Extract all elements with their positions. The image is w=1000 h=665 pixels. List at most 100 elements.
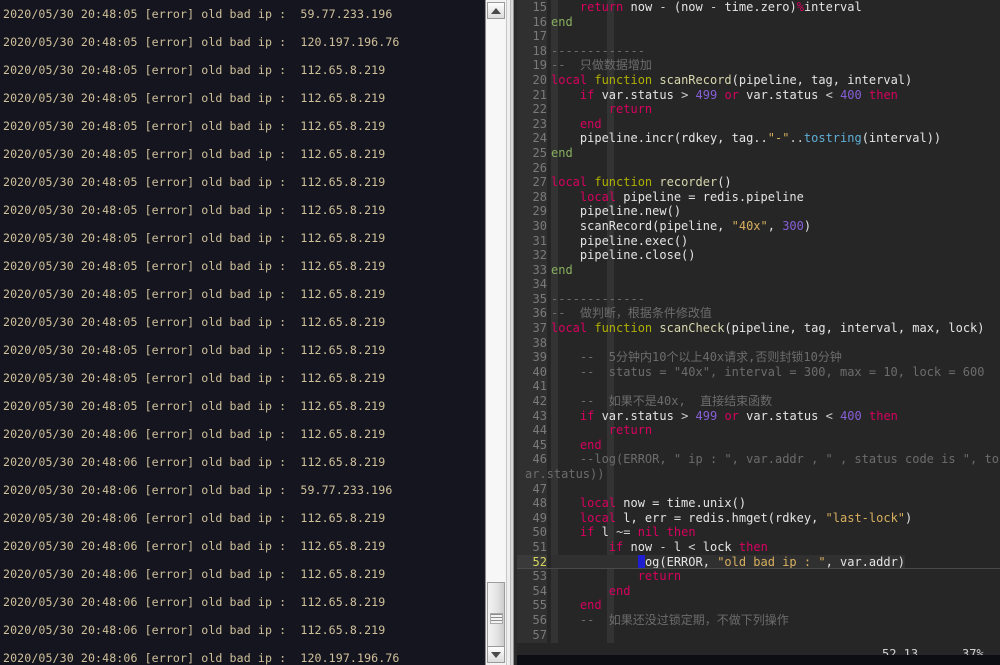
code-token: l <box>666 539 689 554</box>
code-line[interactable]: 29 pipeline.new() <box>517 204 1000 219</box>
terminal-log-pane[interactable]: 2020/05/30 20:48:05 [error] old bad ip :… <box>0 0 484 665</box>
code-line[interactable]: 44 return <box>517 423 1000 438</box>
code-line[interactable]: 26 <box>517 160 1000 176</box>
code-token: return <box>637 569 682 584</box>
code-line[interactable]: 57 <box>517 627 1000 643</box>
log-line: 2020/05/30 20:48:05 [error] old bad ip :… <box>3 399 386 413</box>
code-line[interactable]: 42 -- 如果不是40x, 直接结束函数 <box>517 394 1000 409</box>
code-line[interactable]: 33 end <box>517 262 1000 278</box>
code-line[interactable]: 15 return now - (now - time.zero)%interv… <box>517 0 1000 15</box>
code-line[interactable]: 53 return <box>517 569 1000 584</box>
text-cursor: l <box>637 554 645 569</box>
vim-editor-pane[interactable]: 15 return now - (now - time.zero)%interv… <box>517 0 1000 665</box>
scroll-down-button[interactable] <box>487 646 505 663</box>
code-text: if var.status > 499 or var.status < 400 … <box>551 88 898 103</box>
code-line-current[interactable]: 52 log(ERROR, "old bad ip : ", var.addr) <box>517 554 1000 570</box>
code-token: -- 只做数据增加 <box>551 58 652 73</box>
code-token: ar.status)) <box>525 467 605 481</box>
line-number: 32 <box>517 248 547 263</box>
log-line: 2020/05/30 20:48:06 [error] old bad ip :… <box>3 539 386 553</box>
code-line[interactable]: 48 local now = time.unix() <box>517 496 1000 511</box>
line-number: 21 <box>517 87 547 103</box>
code-token: end <box>608 583 631 598</box>
line-number: 26 <box>517 160 547 176</box>
line-number: 18 <box>517 43 547 59</box>
code-line[interactable]: 54 end <box>517 583 1000 599</box>
code-line[interactable]: 18 ------------- <box>517 43 1000 59</box>
code-token: pipeline.incr(rdkey, tag.. <box>551 131 768 146</box>
code-line[interactable]: 22 return <box>517 102 1000 117</box>
code-line[interactable]: 47 <box>517 481 1000 497</box>
code-line[interactable]: 16 end <box>517 14 1000 30</box>
code-token: end <box>579 598 602 613</box>
scrollbar-thumb[interactable] <box>487 582 505 654</box>
code-line[interactable]: 56 -- 如果还没过锁定期，不做下列操作 <box>517 612 1000 628</box>
code-line[interactable]: 45 end <box>517 437 1000 453</box>
code-line[interactable]: 43 if var.status > 499 or var.status < 4… <box>517 408 1000 424</box>
code-token: ~= <box>616 525 631 540</box>
code-line[interactable]: 32 pipeline.close() <box>517 248 1000 263</box>
code-line[interactable]: 34 <box>517 277 1000 292</box>
log-line: 2020/05/30 20:48:05 [error] old bad ip :… <box>3 259 386 273</box>
code-line[interactable]: 36 -- 做判断，根据条件修改值 <box>517 306 1000 322</box>
log-line: 2020/05/30 20:48:06 [error] old bad ip :… <box>3 567 386 581</box>
code-line[interactable]: 37 local function scanCheck(pipeline, tag… <box>517 321 1000 336</box>
log-line: 2020/05/30 20:48:05 [error] old bad ip :… <box>3 7 393 21</box>
code-line[interactable]: 25 end <box>517 145 1000 161</box>
code-line[interactable]: 20 local function scanRecord(pipeline, ta… <box>517 72 1000 88</box>
chevron-down-icon <box>491 651 501 658</box>
log-line: 2020/05/30 20:48:06 [error] old bad ip :… <box>3 483 393 497</box>
code-token: () <box>717 175 732 190</box>
code-token: , var.addr) <box>825 554 906 569</box>
code-line[interactable]: 38 <box>517 335 1000 351</box>
code-line[interactable]: 55 end <box>517 598 1000 613</box>
code-line[interactable]: 27 local function recorder() <box>517 175 1000 190</box>
code-line[interactable]: 30 scanRecord(pipeline, "40x", 300) <box>517 218 1000 234</box>
code-text: if now - l < lock then <box>551 540 768 555</box>
code-token: - <box>659 539 667 554</box>
code-token: og(ERROR, <box>644 554 718 569</box>
code-line[interactable]: 46 --log(ERROR, " ip : ", var.addr , " ,… <box>517 452 1000 467</box>
code-line[interactable]: 41 <box>517 379 1000 395</box>
scrollbar-track[interactable] <box>487 19 505 646</box>
code-line[interactable]: 17 <box>517 29 1000 44</box>
code-text: end <box>551 146 573 161</box>
code-token: function <box>594 321 653 336</box>
code-token: nil <box>637 525 660 540</box>
code-line[interactable]: 31 pipeline.exec() <box>517 233 1000 249</box>
code-line[interactable]: 35 ------------- <box>517 291 1000 307</box>
line-number: 49 <box>517 510 547 526</box>
code-line[interactable]: 24 pipeline.incr(rdkey, tag.."-"..tostri… <box>517 131 1000 146</box>
code-line[interactable]: ar.status)) <box>517 467 1000 482</box>
log-line: 2020/05/30 20:48:05 [error] old bad ip :… <box>3 119 386 133</box>
code-line[interactable]: 39 -- 5分钟内10个以上40x请求,否则封锁10分钟 <box>517 350 1000 365</box>
code-text: pipeline.incr(rdkey, tag.."-"..tostring(… <box>551 131 941 146</box>
code-token: then <box>869 87 898 102</box>
scroll-up-button[interactable] <box>487 2 505 19</box>
code-text: -- 做判断，根据条件修改值 <box>551 306 712 321</box>
code-text: end <box>551 15 573 30</box>
code-line[interactable]: 40 -- status = "40x", interval = 300, ma… <box>517 364 1000 380</box>
code-text: ------------- <box>551 44 645 59</box>
code-line[interactable]: 50 if l ~= nil then <box>517 525 1000 540</box>
code-line[interactable]: 23 end <box>517 116 1000 132</box>
code-token: "-" <box>767 131 790 146</box>
code-text: ar.status)) <box>525 467 604 482</box>
code-line[interactable]: 28 local pipeline = redis.pipeline <box>517 189 1000 205</box>
code-line[interactable]: 19 -- 只做数据增加 <box>517 58 1000 73</box>
code-line[interactable]: 51 if now - l < lock then <box>517 539 1000 555</box>
code-line[interactable]: 49 local l, err = redis.hmget(rdkey, "la… <box>517 510 1000 526</box>
terminal-scrollbar[interactable] <box>484 0 517 665</box>
code-token: (pipeline, tag, interval, max, lock) <box>724 321 985 336</box>
code-token: return <box>608 423 653 438</box>
log-line: 2020/05/30 20:48:05 [error] old bad ip :… <box>3 371 386 385</box>
code-line[interactable]: 21 if var.status > 499 or var.status < 4… <box>517 87 1000 103</box>
line-number: 54 <box>517 583 547 599</box>
code-token: now = time.unix() <box>616 496 747 511</box>
